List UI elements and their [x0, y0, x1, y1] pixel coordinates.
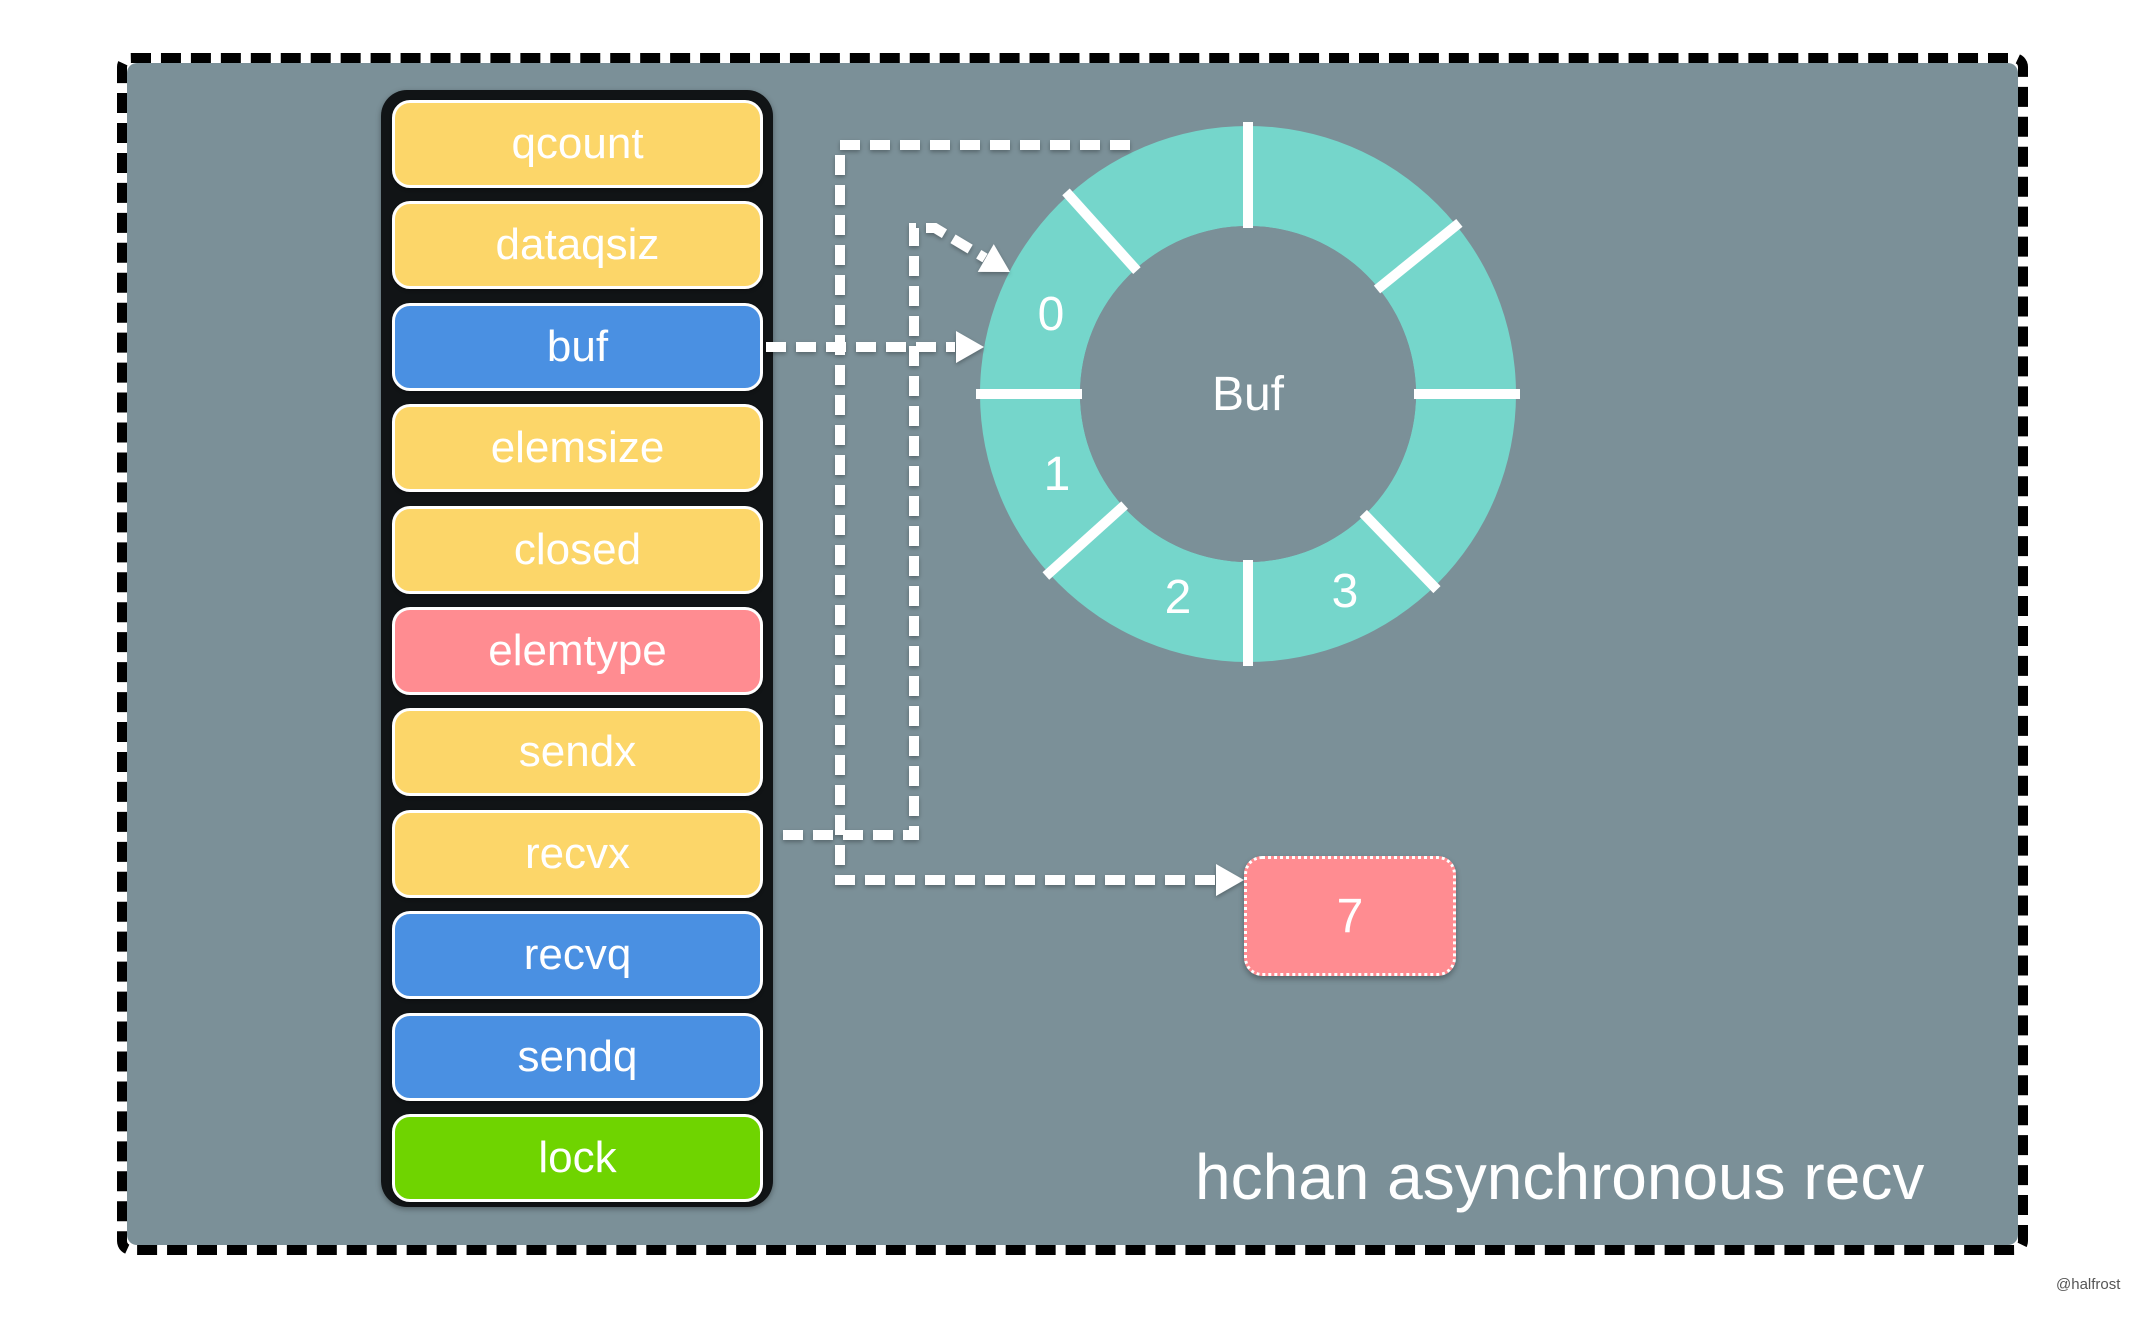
ring-slot-label-0: 0: [1038, 288, 1065, 341]
buf-ring: 0 1 2 3 Buf: [976, 122, 1520, 666]
watermark: @halfrost: [2056, 1276, 2121, 1293]
received-value-box: 7: [1244, 856, 1456, 976]
sendx-arrow-line: [783, 223, 988, 840]
ring-center-label: Buf: [1212, 368, 1285, 421]
recvx-arrow-head: [1216, 864, 1244, 896]
ring-slot-label-2: 2: [1165, 571, 1192, 624]
received-value: 7: [1336, 889, 1364, 943]
diagram-canvas: 0 1 2 3 Buf: [766, 122, 1520, 896]
ring-slot-label-1: 1: [1044, 448, 1071, 501]
ring-slot-label-3: 3: [1332, 565, 1359, 618]
diagram-title: hchan asynchronous recv: [1195, 1141, 1925, 1213]
buf-arrow-head: [956, 331, 984, 363]
